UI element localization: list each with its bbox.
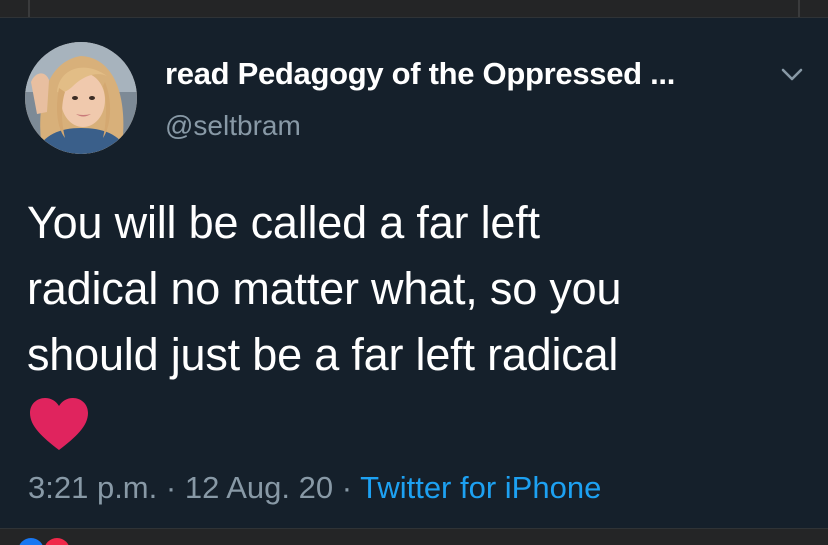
top-edge-strip	[0, 0, 828, 18]
tweet-time: 3:21 p.m.	[28, 470, 158, 505]
tweet-metadata: 3:21 p.m. · 12 Aug. 20 · Twitter for iPh…	[28, 470, 601, 506]
tweet-text-line: radical no matter what, so you	[27, 263, 622, 314]
separator-dot: ·	[341, 470, 353, 505]
user-handle[interactable]: @seltbram	[165, 110, 301, 142]
display-name[interactable]: read Pedagogy of the Oppressed ...	[165, 56, 675, 92]
tweet-source-link[interactable]: Twitter for iPhone	[360, 470, 601, 505]
separator-dot: ·	[165, 470, 177, 505]
avatar[interactable]	[25, 42, 137, 154]
love-reaction-icon	[44, 538, 70, 545]
red-heart-icon	[30, 398, 88, 450]
avatar-photo	[25, 42, 137, 154]
tweet-text-line: You will be called a far left	[27, 197, 540, 248]
top-edge-divider-right	[798, 0, 800, 17]
tweet-text-line: should just be a far left radical	[27, 329, 619, 380]
chevron-down-icon[interactable]	[778, 60, 806, 88]
tweet-screenshot: read Pedagogy of the Oppressed ... @selt…	[0, 0, 828, 545]
like-reaction-icon	[18, 538, 44, 545]
bottom-edge-strip	[0, 528, 828, 545]
tweet-date: 12 Aug. 20	[184, 470, 334, 505]
tweet-text: You will be called a far left radical no…	[27, 190, 817, 388]
top-edge-divider-left	[28, 0, 30, 17]
